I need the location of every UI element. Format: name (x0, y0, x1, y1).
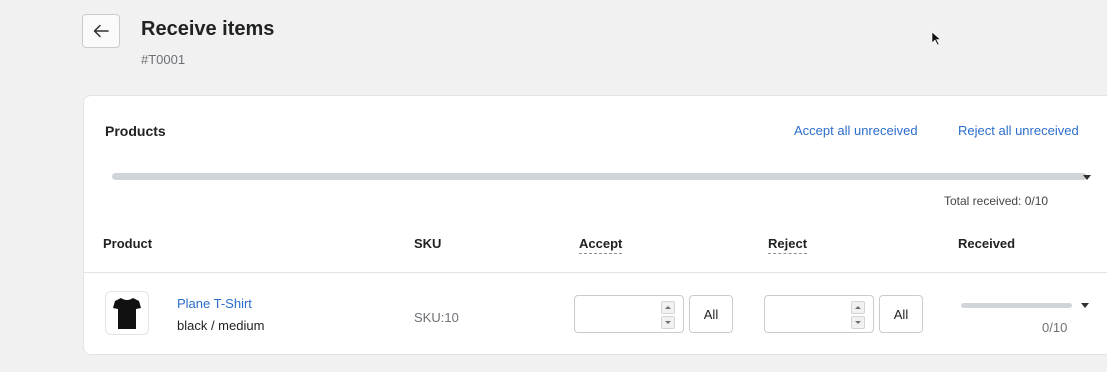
product-sku: SKU:10 (414, 310, 459, 325)
progress-expand-caret-icon[interactable] (1083, 175, 1091, 180)
column-header-sku: SKU (414, 236, 442, 251)
column-header-accept[interactable]: Accept (579, 236, 623, 254)
t-shirt-icon (113, 298, 141, 329)
transfer-id: #T0001 (141, 52, 186, 67)
row-expand-caret-icon[interactable] (1081, 303, 1089, 308)
reject-quantity-input[interactable] (771, 304, 845, 326)
header-divider (84, 272, 1107, 273)
total-received-text: Total received: 0/10 (944, 194, 1049, 208)
column-header-received: Received (958, 236, 1016, 251)
accept-increment-button[interactable] (661, 301, 675, 314)
accept-quantity-input[interactable] (581, 304, 655, 326)
reject-increment-button[interactable] (851, 301, 865, 314)
row-received-progress-bar (961, 303, 1072, 308)
product-thumbnail (105, 291, 149, 335)
column-header-reject[interactable]: Reject (768, 236, 808, 254)
product-name-link[interactable]: Plane T-Shirt (177, 296, 252, 311)
arrow-left-icon (93, 24, 109, 38)
accept-decrement-button[interactable] (661, 316, 675, 329)
reject-all-button[interactable]: All (879, 295, 923, 333)
mouse-pointer-icon (931, 31, 942, 46)
accept-all-unreceived-link[interactable]: Accept all unreceived (794, 123, 918, 138)
reject-decrement-button[interactable] (851, 316, 865, 329)
products-card-title: Products (105, 123, 166, 139)
column-header-product: Product (103, 236, 153, 251)
page-title: Receive items (141, 18, 275, 40)
total-received-progress-bar (112, 173, 1087, 180)
receive-items-page: Receive items #T0001 Products Accept all… (0, 0, 1107, 372)
products-card: Products Accept all unreceived Reject al… (83, 95, 1107, 355)
product-variant: black / medium (177, 318, 265, 333)
accept-all-button[interactable]: All (689, 295, 733, 333)
back-button[interactable] (82, 14, 120, 48)
reject-quantity-field[interactable] (764, 295, 874, 333)
accept-quantity-field[interactable] (574, 295, 684, 333)
row-received-count: 0/10 (1042, 320, 1068, 335)
reject-all-unreceived-link[interactable]: Reject all unreceived (958, 123, 1079, 138)
